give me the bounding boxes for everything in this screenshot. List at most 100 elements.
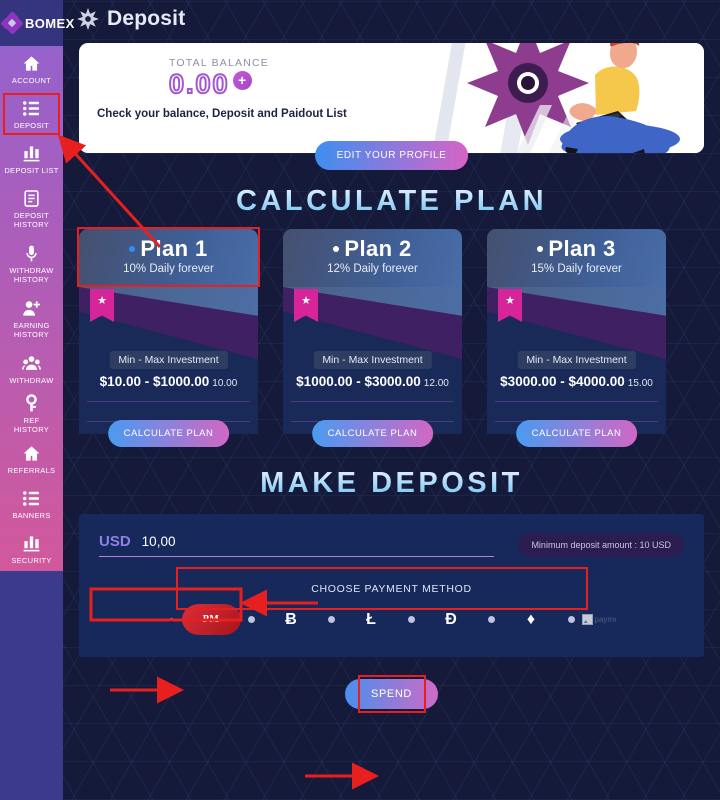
star-burst-icon — [77, 8, 99, 30]
balance-card: TOTAL BALANCE 0.00 + Check your balance,… — [79, 43, 704, 153]
calculate-plan-heading: CALCULATE PLAN — [63, 185, 720, 218]
sidebar-item-label: EARNING HISTORY — [13, 321, 50, 339]
payment-methods-row: PM ɃŁÐ ♦ payment — [99, 604, 684, 635]
sidebar-item-label: WITHDRAW HISTORY — [9, 266, 54, 284]
sidebar-item-earning-history[interactable]: EARNING HISTORY — [0, 291, 63, 346]
sidebar-item-withdraw[interactable]: WITHDRAW — [0, 346, 63, 391]
plan-percent: 10.00 — [212, 378, 238, 389]
plan-divider — [291, 401, 454, 402]
bar-chart-icon — [22, 534, 41, 553]
user-plus-icon — [22, 299, 41, 318]
plan-card-1[interactable]: Plan 1 10% Daily forever ★ Min - Max Invest… — [77, 227, 260, 447]
plan-percent: 12.00 — [423, 378, 449, 389]
plan-name: Plan 3 — [487, 229, 666, 262]
page-title: Deposit — [107, 7, 186, 30]
plans-container: Plan 1 10% Daily forever ★ Min - Max Invest… — [63, 227, 720, 447]
users-icon — [22, 354, 41, 373]
sidebar-nav: ACCOUNT DEPOSIT DEPOSIT LIST DEPOSIT HISTORY… — [0, 46, 63, 571]
sidebar-item-banners[interactable]: BANNERS — [0, 481, 63, 526]
list-icon — [22, 489, 41, 508]
sidebar-item-deposit-list[interactable]: DEPOSIT LIST — [0, 136, 63, 181]
plan-card-2[interactable]: Plan 2 12% Daily forever ★ Min - Max Invest… — [283, 229, 462, 447]
sidebar-item-deposit[interactable]: DEPOSIT — [0, 91, 63, 136]
sidebar-item-security[interactable]: SECURITY — [0, 526, 63, 571]
payment-method-litecoin[interactable]: Ł — [342, 604, 401, 635]
balance-card-wrap: TOTAL BALANCE 0.00 + Check your balance,… — [79, 43, 704, 170]
brand-logo[interactable]: BOMEX — [0, 0, 74, 46]
sidebar-item-label: REFERRALS — [7, 465, 56, 475]
payment-method-ethereum[interactable]: ♦ — [502, 604, 561, 635]
sidebar-item-label: BANNERS — [12, 510, 51, 520]
payment-radio-ethereum[interactable] — [487, 616, 495, 623]
payment-radio-broken[interactable] — [567, 616, 575, 623]
broken-image-alt: payment — [594, 615, 616, 624]
page-header: Deposit — [63, 0, 720, 38]
calculate-plan-button[interactable]: CALCULATE PLAN — [311, 420, 434, 447]
spend-row: SPEND — [63, 675, 720, 713]
plan-range: $1000.00 - $3000.00 12.00 — [296, 374, 449, 389]
choose-payment-method-label: CHOOSE PAYMENT METHOD — [311, 583, 472, 595]
plan-bullet-icon — [129, 246, 136, 252]
plan-name: Plan 2 — [283, 229, 462, 262]
currency-label: USD — [99, 533, 131, 550]
make-deposit-heading: MAKE DEPOSIT — [63, 467, 720, 500]
sidebar-item-referrals[interactable]: REFERRALS — [0, 436, 63, 481]
plan-divider — [495, 401, 658, 402]
plan-minmax-label: Min - Max Investment — [109, 351, 228, 369]
key-icon — [22, 394, 41, 413]
payment-radio-bitcoin[interactable] — [247, 616, 255, 623]
balance-amount: 0.00 — [168, 68, 230, 100]
minimum-deposit-note: Minimum deposit amount : 10 USD — [518, 533, 684, 557]
calculate-plan-button[interactable]: CALCULATE PLAN — [107, 420, 230, 447]
spend-button[interactable]: SPEND — [345, 679, 438, 709]
plan-card-3[interactable]: Plan 3 15% Daily forever ★ Min - Max Invest… — [487, 229, 666, 447]
amount-input[interactable]: 10,00 — [142, 534, 176, 549]
home-icon — [22, 444, 41, 463]
payment-radio-pm[interactable] — [167, 616, 175, 623]
person-with-laptop-illustration — [467, 43, 680, 153]
plan-percent: 15.00 — [627, 378, 653, 389]
calculate-plan-button[interactable]: CALCULATE PLAN — [515, 420, 638, 447]
payment-method-pm[interactable]: PM — [181, 604, 241, 635]
sidebar-item-label: DEPOSIT — [13, 120, 50, 130]
plan-rate: 12% Daily forever — [327, 263, 418, 275]
main-content: Deposit TOTAL BALANCE 0.00 + Check your … — [63, 0, 720, 800]
amount-field-wrap: USD 10,00 — [99, 533, 494, 557]
plan-range: $10.00 - $1000.00 10.00 — [99, 374, 238, 389]
sidebar-item-withdraw-history[interactable]: WITHDRAW HISTORY — [0, 236, 63, 291]
sidebar-item-label: WITHDRAW — [9, 375, 54, 385]
sidebar-item-ref-history[interactable]: REF HISTORY — [0, 391, 63, 436]
plan-bullet-icon — [537, 246, 544, 252]
plan-name: Plan 1 — [79, 229, 258, 262]
bar-chart-icon — [22, 144, 41, 163]
sidebar-item-label: ACCOUNT — [11, 75, 52, 85]
sidebar: BOMEX ACCOUNT DEPOSIT DEPOSIT LIST DEPOSIT H… — [0, 0, 74, 800]
add-funds-icon[interactable]: + — [232, 71, 252, 90]
brand-name: BOMEX — [25, 15, 75, 31]
payment-method-dogecoin[interactable]: Ð — [422, 604, 481, 635]
plan-divider — [87, 401, 250, 402]
amount-row: USD 10,00 Minimum deposit amount : 10 US… — [99, 533, 684, 557]
clipboard-icon — [22, 189, 41, 208]
sidebar-item-label: DEPOSIT LIST — [4, 165, 59, 175]
plan-minmax-label: Min - Max Investment — [313, 351, 432, 369]
sidebar-item-account[interactable]: ACCOUNT — [0, 46, 63, 91]
payment-radio-dogecoin[interactable] — [407, 616, 415, 623]
plan-range: $3000.00 - $4000.00 15.00 — [500, 374, 653, 389]
sidebar-item-label: SECURITY — [11, 555, 52, 565]
broken-image-icon[interactable]: payment — [581, 612, 616, 628]
home-icon — [22, 54, 41, 73]
edit-profile-button[interactable]: EDIT YOUR PROFILE — [314, 141, 469, 170]
plan-header-band — [79, 229, 258, 289]
sidebar-item-deposit-history[interactable]: DEPOSIT HISTORY — [0, 181, 63, 236]
sidebar-filler — [0, 615, 63, 800]
sidebar-item-label: REF HISTORY — [13, 416, 50, 434]
deposit-panel: USD 10,00 Minimum deposit amount : 10 US… — [79, 514, 704, 657]
plan-minmax-label: Min - Max Investment — [517, 351, 636, 369]
plan-rate: 15% Daily forever — [531, 263, 622, 275]
plan-bullet-icon — [333, 246, 340, 252]
sidebar-item-label: DEPOSIT HISTORY — [13, 211, 50, 229]
list-icon — [22, 99, 41, 118]
payment-radio-litecoin[interactable] — [327, 616, 335, 623]
payment-method-bitcoin[interactable]: Ƀ — [262, 604, 321, 635]
